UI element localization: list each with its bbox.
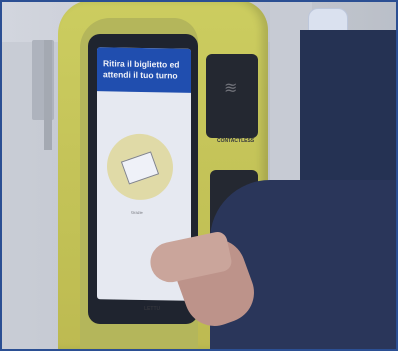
color-overlay — [0, 0, 398, 351]
scene: SAN BEL Ritira il biglietto ed attendi i… — [0, 0, 398, 351]
